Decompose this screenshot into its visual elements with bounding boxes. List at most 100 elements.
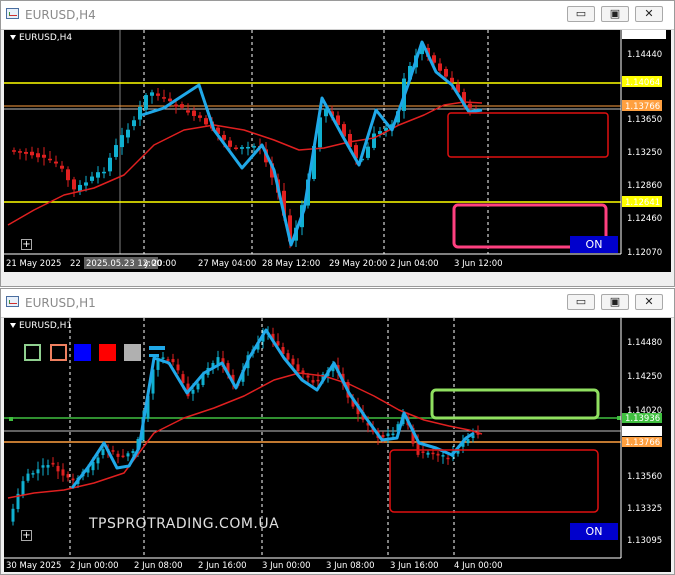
candle-body (36, 153, 40, 158)
candle-body (114, 145, 118, 157)
window-titlebar[interactable]: EURUSD,H1 ▭ ▣ ✕ (1, 289, 674, 318)
candle-body (441, 455, 445, 457)
candle-body (438, 63, 442, 71)
watermark: TPSPROTRADING.COM.UA (89, 516, 280, 532)
symbol-label: EURUSD,H4 (10, 33, 72, 43)
candle-body (24, 151, 28, 154)
candle-body (18, 151, 22, 153)
candle-body (51, 462, 55, 465)
candle-body (240, 147, 244, 149)
chart-window-icon (6, 8, 19, 19)
swatch-red[interactable] (99, 344, 116, 361)
level-handle-left (9, 417, 13, 421)
time-tick-label: 28 May 12:00 (262, 259, 320, 269)
time-tick-label: 3 Jun 16:00 (390, 561, 439, 571)
maximize-button[interactable]: ▣ (601, 6, 629, 22)
candle-body (120, 135, 124, 148)
candle-body (186, 110, 190, 113)
zigzag-line-tool-icon[interactable] (149, 346, 165, 350)
close-button[interactable]: ✕ (635, 6, 663, 22)
candle-body (102, 171, 106, 174)
candle-body (222, 134, 226, 140)
time-tick-label: 2 Jun 04:00 (390, 259, 439, 269)
candle-body (431, 452, 435, 455)
price-tick-label: 1.12460 (627, 214, 662, 224)
time-tick-label: 22 (70, 259, 81, 269)
price-tick-label: 1.14480 (627, 338, 662, 348)
candle-body (46, 464, 50, 468)
swatch-orange-outline[interactable] (50, 344, 67, 361)
candle-body (111, 450, 115, 452)
price-tick-label: 1.12070 (627, 248, 662, 258)
time-tick-label: 3 Jun 00:00 (262, 561, 311, 571)
candle-body (126, 453, 130, 457)
minimize-button[interactable]: ▭ (567, 294, 595, 310)
candle-body (204, 118, 208, 125)
candle-body (42, 154, 46, 158)
on-toggle-button[interactable]: ON (570, 523, 618, 540)
candle-body (450, 77, 454, 83)
candle-body (96, 457, 100, 464)
price-tick-label: 1.13095 (627, 536, 662, 546)
candle-body (196, 383, 200, 390)
window-title: EURUSD,H4 (25, 8, 96, 22)
time-tick-label: 2 Jun 16:00 (198, 561, 247, 571)
candle-body (161, 357, 165, 359)
candle-body (381, 435, 385, 438)
minimize-button[interactable]: ▭ (567, 6, 595, 22)
candle-body (444, 68, 448, 77)
chart-window-icon (6, 296, 19, 307)
dropdown-triangle-icon[interactable] (10, 323, 16, 328)
symbol-label: EURUSD,H1 (10, 321, 72, 331)
candle-body (166, 359, 170, 361)
swatch-gray[interactable] (124, 344, 141, 361)
candle-body (426, 452, 430, 455)
candle-body (291, 358, 295, 365)
close-button[interactable]: ✕ (635, 294, 663, 310)
plus-icon[interactable]: + (21, 530, 32, 541)
dropdown-triangle-icon[interactable] (10, 35, 16, 40)
time-tick-label: 4 Jun 00:00 (454, 561, 503, 571)
swatch-blue[interactable] (74, 344, 91, 361)
candle-body (171, 359, 175, 363)
price-tick-label: 1.13766 (625, 438, 660, 448)
price-tick-label: 1.14634 (625, 30, 660, 40)
time-tick-label: 29 May 20:00 (329, 259, 387, 269)
zigzag-line-tool-dash (149, 354, 159, 357)
candle-body (126, 129, 130, 138)
candle-body (12, 150, 16, 152)
candle-body (466, 439, 470, 444)
price-tick-label: 1.12860 (627, 181, 662, 191)
candle-body (116, 453, 120, 457)
candle-body (150, 92, 154, 96)
supply-zone-green (430, 388, 600, 420)
candle-body (36, 469, 40, 474)
candle-body (21, 481, 25, 496)
plus-icon[interactable]: + (21, 239, 32, 250)
candle-body (156, 93, 160, 96)
price-tick-label: 1.14250 (627, 372, 662, 382)
candle-body (168, 98, 172, 102)
time-tick-label: 27 May 04:00 (198, 259, 256, 269)
candle-body (176, 364, 180, 371)
on-toggle-button[interactable]: ON (570, 236, 618, 253)
price-tick-label: 1.14440 (627, 50, 662, 60)
swatch-green-outline[interactable] (24, 344, 41, 361)
candle-body (66, 169, 70, 181)
chart-area-h4[interactable]: 1.14634 1.14440 1.14064 1.13766 1.13650 1.132… (4, 30, 671, 272)
chart-area-h1[interactable]: 1.14480 1.14250 1.14020 1.13936 1.13821 1.137… (4, 318, 671, 572)
candle-body (162, 97, 166, 99)
candle-body (66, 474, 70, 478)
candle-body (446, 457, 450, 460)
price-tick-label: 1.13766 (625, 102, 660, 112)
candle-body (121, 455, 125, 458)
time-tick-label: 2 Jun 08:00 (134, 561, 183, 571)
maximize-button[interactable]: ▣ (601, 294, 629, 310)
price-tick-label: 1.13560 (627, 472, 662, 482)
candle-body (316, 379, 320, 382)
price-tick-label: 1.13936 (625, 414, 660, 424)
candle-body (26, 473, 30, 481)
time-tick-label: 3 Jun 12:00 (454, 259, 503, 269)
window-titlebar[interactable]: EURUSD,H4 ▭ ▣ ✕ (1, 1, 674, 30)
candle-body (54, 161, 58, 164)
